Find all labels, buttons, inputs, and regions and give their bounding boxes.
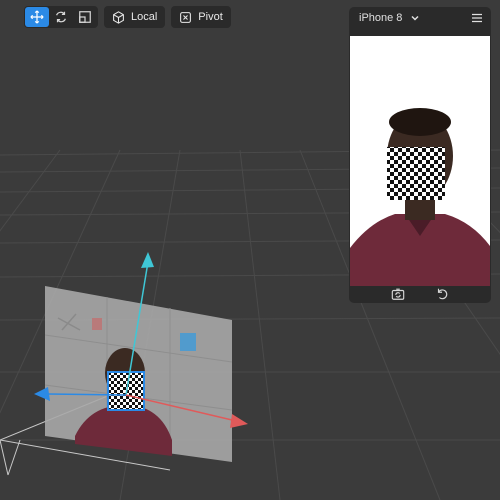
scale-tool-button[interactable] [73,7,97,27]
device-select[interactable]: iPhone 8 [359,12,420,24]
pivot-button[interactable]: Pivot [171,6,231,28]
scale-icon [79,11,91,23]
chevron-down-icon [411,15,419,21]
hamburger-menu-icon [472,13,482,23]
rotate-tool-button[interactable] [49,7,73,27]
preview-header: iPhone 8 [349,7,491,29]
switch-camera-button[interactable] [391,287,405,301]
image-plane[interactable] [44,286,233,462]
local-space-label: Local [131,11,158,23]
pivot-icon [180,11,192,23]
move-icon [30,10,44,24]
preview-menu-button[interactable] [471,12,483,24]
preview-footer [349,285,491,303]
local-space-button[interactable]: Local [104,6,166,28]
viewport-toolbar: Local Pivot [24,6,231,28]
transform-tool-group [24,6,98,28]
device-preview-panel: iPhone 8 [349,7,491,303]
preview-portrait [350,36,490,286]
cube-icon [113,10,124,24]
reset-button[interactable] [435,287,449,301]
reset-icon [437,288,448,300]
move-tool-button[interactable] [25,7,49,27]
switch-camera-icon [391,288,405,300]
rotate-icon [56,11,66,23]
device-label: iPhone 8 [359,12,403,24]
pivot-label: Pivot [198,11,223,23]
preview-screen[interactable] [350,36,490,286]
